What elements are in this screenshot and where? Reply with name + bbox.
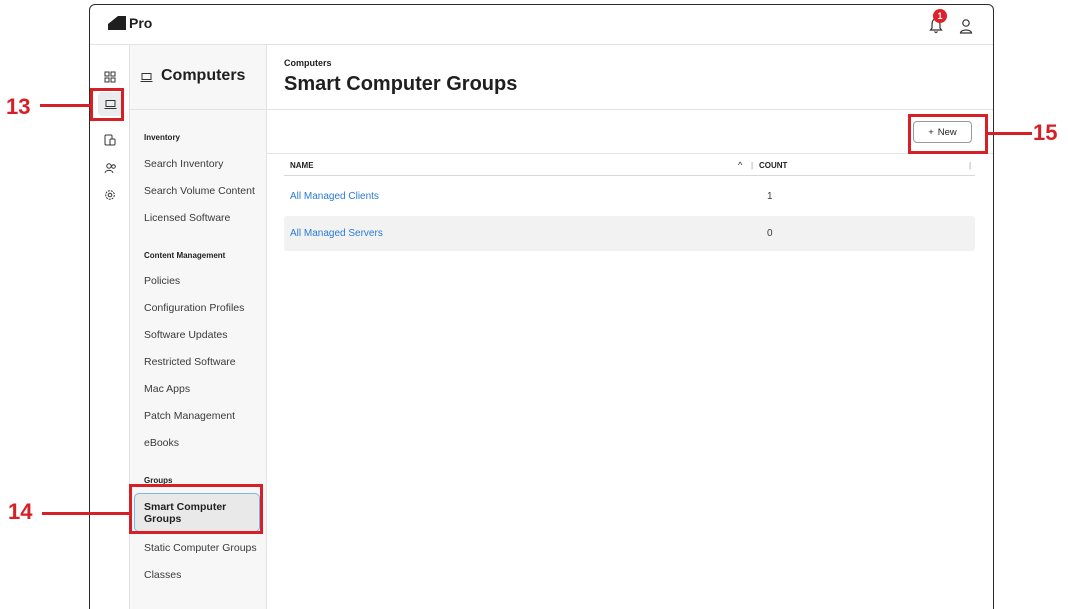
user-icon[interactable] (958, 17, 974, 35)
callout-box-14 (129, 484, 263, 534)
section-content-management: Content Management (144, 251, 226, 260)
icon-rail (90, 45, 130, 609)
users-icon[interactable] (98, 156, 122, 180)
callout-line-14 (42, 512, 129, 515)
callout-number-14: 14 (8, 499, 33, 524)
nav-search-inventory[interactable]: Search Inventory (144, 158, 223, 170)
callout-line-13 (40, 104, 90, 107)
callout-number-15: 15 (1033, 120, 1058, 145)
settings-icon[interactable] (98, 183, 122, 207)
table-row[interactable]: All Managed Clients 1 (284, 179, 975, 214)
toolbar: + New (267, 110, 993, 154)
column-name[interactable]: NAME (290, 161, 314, 170)
column-resize-icon[interactable]: | (751, 161, 753, 170)
subnav-title: Computers (161, 67, 246, 84)
nav-patch-management[interactable]: Patch Management (144, 410, 235, 422)
dashboard-icon[interactable] (98, 65, 122, 89)
section-inventory: Inventory (144, 133, 181, 142)
main-content: Computers Smart Computer Groups + New NA… (267, 45, 993, 609)
column-count[interactable]: COUNT (759, 161, 787, 170)
top-bar: Pro 1 (90, 5, 993, 45)
callout-box-13 (90, 88, 124, 121)
callout-box-15 (908, 114, 988, 154)
column-resize-icon[interactable]: | (969, 161, 971, 170)
group-name-link[interactable]: All Managed Clients (290, 191, 379, 202)
nav-search-volume-content[interactable]: Search Volume Content (144, 185, 255, 197)
nav-ebooks[interactable]: eBooks (144, 437, 179, 449)
notification-badge: 1 (933, 9, 947, 23)
nav-policies[interactable]: Policies (144, 275, 180, 287)
callout-number-13: 13 (6, 94, 31, 119)
table-header: NAME ^ | COUNT | (284, 158, 975, 176)
group-count: 0 (767, 228, 773, 239)
app-name: Pro (129, 15, 153, 31)
breadcrumb[interactable]: Computers (284, 58, 332, 68)
nav-restricted-software[interactable]: Restricted Software (144, 356, 236, 368)
devices-icon[interactable] (98, 128, 122, 152)
sort-ascending-icon[interactable]: ^ (738, 160, 742, 170)
nav-software-updates[interactable]: Software Updates (144, 329, 227, 341)
logo-icon (108, 16, 126, 30)
group-count: 1 (767, 191, 773, 202)
nav-configuration-profiles[interactable]: Configuration Profiles (144, 302, 244, 314)
callout-line-15 (988, 132, 1032, 135)
page-header: Computers Smart Computer Groups (267, 45, 993, 110)
nav-classes[interactable]: Classes (144, 569, 181, 581)
laptop-icon (140, 73, 153, 82)
page-title: Smart Computer Groups (284, 73, 518, 95)
nav-licensed-software[interactable]: Licensed Software (144, 212, 230, 224)
subnav-header: Computers (130, 45, 266, 110)
nav-mac-apps[interactable]: Mac Apps (144, 383, 190, 395)
table-row[interactable]: All Managed Servers 0 (284, 216, 975, 251)
nav-static-computer-groups[interactable]: Static Computer Groups (144, 542, 257, 554)
group-name-link[interactable]: All Managed Servers (290, 228, 383, 239)
